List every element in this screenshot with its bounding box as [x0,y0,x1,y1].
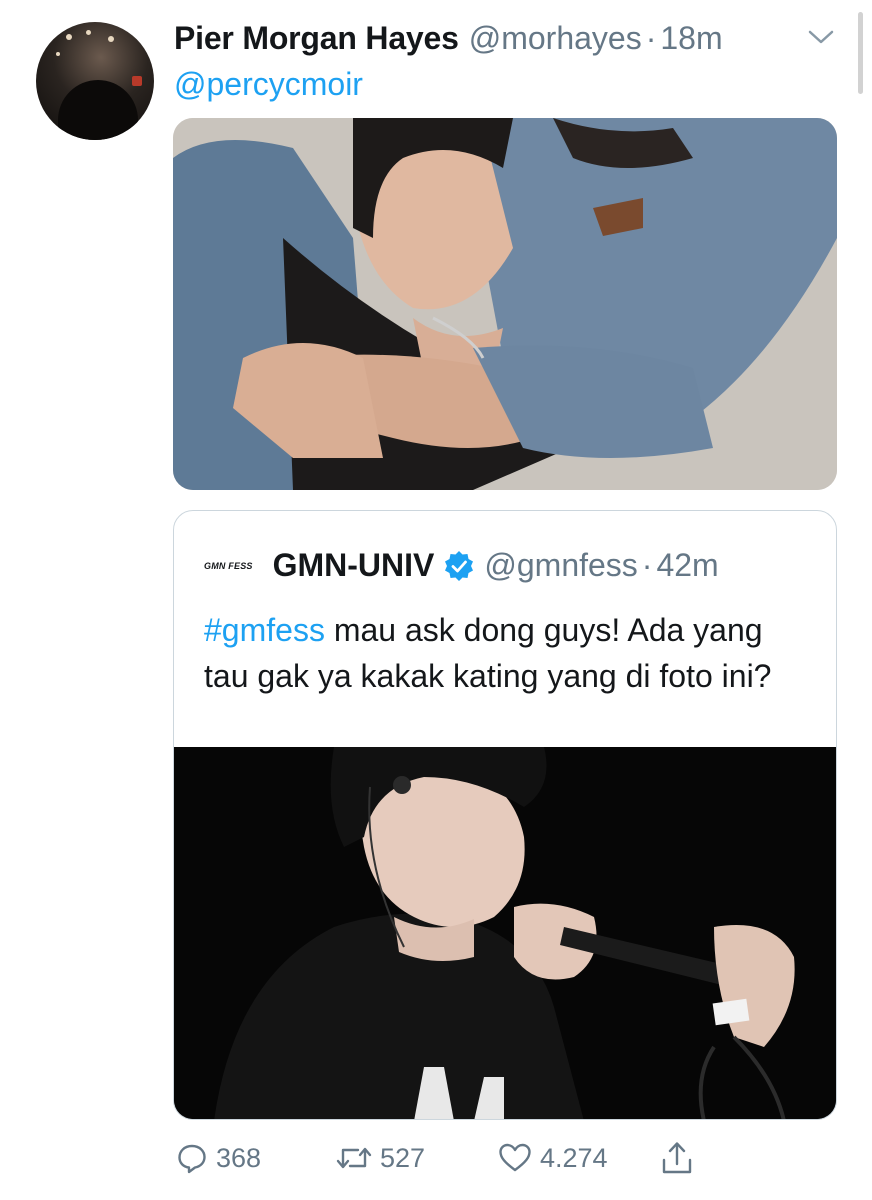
retweet-count: 527 [380,1142,426,1173]
like-button[interactable]: 4.274 [498,1136,608,1180]
share-icon [662,1142,692,1174]
tweet-actions: 368 527 4.274 [176,1136,716,1180]
quoted-author-logo[interactable]: GMN FESS [204,561,253,571]
reply-icon [178,1144,206,1174]
share-button[interactable] [660,1136,694,1180]
quoted-tweet-photo[interactable] [174,747,836,1119]
tweet-header: Pier Morgan Hayes @morhayes · 18m [174,20,723,60]
verified-badge-icon [445,550,474,581]
quoted-author-display-name[interactable]: GMN-UNIV [273,547,435,584]
reply-mention[interactable]: @percycmoir [174,66,363,103]
author-handle[interactable]: @morhayes [469,20,642,57]
separator-dot: · [645,20,657,56]
quoted-tweet-header: GMN FESS GMN-UNIV @gmnfess · 42m [204,547,719,584]
tweet-photo[interactable] [173,118,837,490]
chevron-down-icon[interactable] [806,26,836,48]
avatar[interactable] [36,22,154,140]
author-display-name[interactable]: Pier Morgan Hayes [174,20,459,57]
tweet[interactable]: Pier Morgan Hayes @morhayes · 18m @percy… [0,0,872,1200]
hashtag-link[interactable]: #gmfess [204,612,325,648]
quoted-separator-dot: · [641,547,653,583]
quoted-tweet[interactable]: GMN FESS GMN-UNIV @gmnfess · 42m #gmfess… [173,510,837,1120]
reply-count: 368 [216,1142,262,1173]
like-count: 4.274 [540,1142,608,1173]
tweet-time[interactable]: 18m [660,20,722,57]
retweet-button[interactable]: 527 [336,1136,425,1180]
reply-button[interactable]: 368 [176,1136,261,1180]
quoted-tweet-time[interactable]: 42m [656,547,718,584]
retweet-icon [336,1147,372,1169]
heart-icon [499,1143,531,1172]
quoted-author-handle[interactable]: @gmnfess [484,547,637,584]
quoted-tweet-text: #gmfess mau ask dong guys! Ada yang tau … [204,607,814,699]
scrollbar[interactable] [858,12,863,94]
